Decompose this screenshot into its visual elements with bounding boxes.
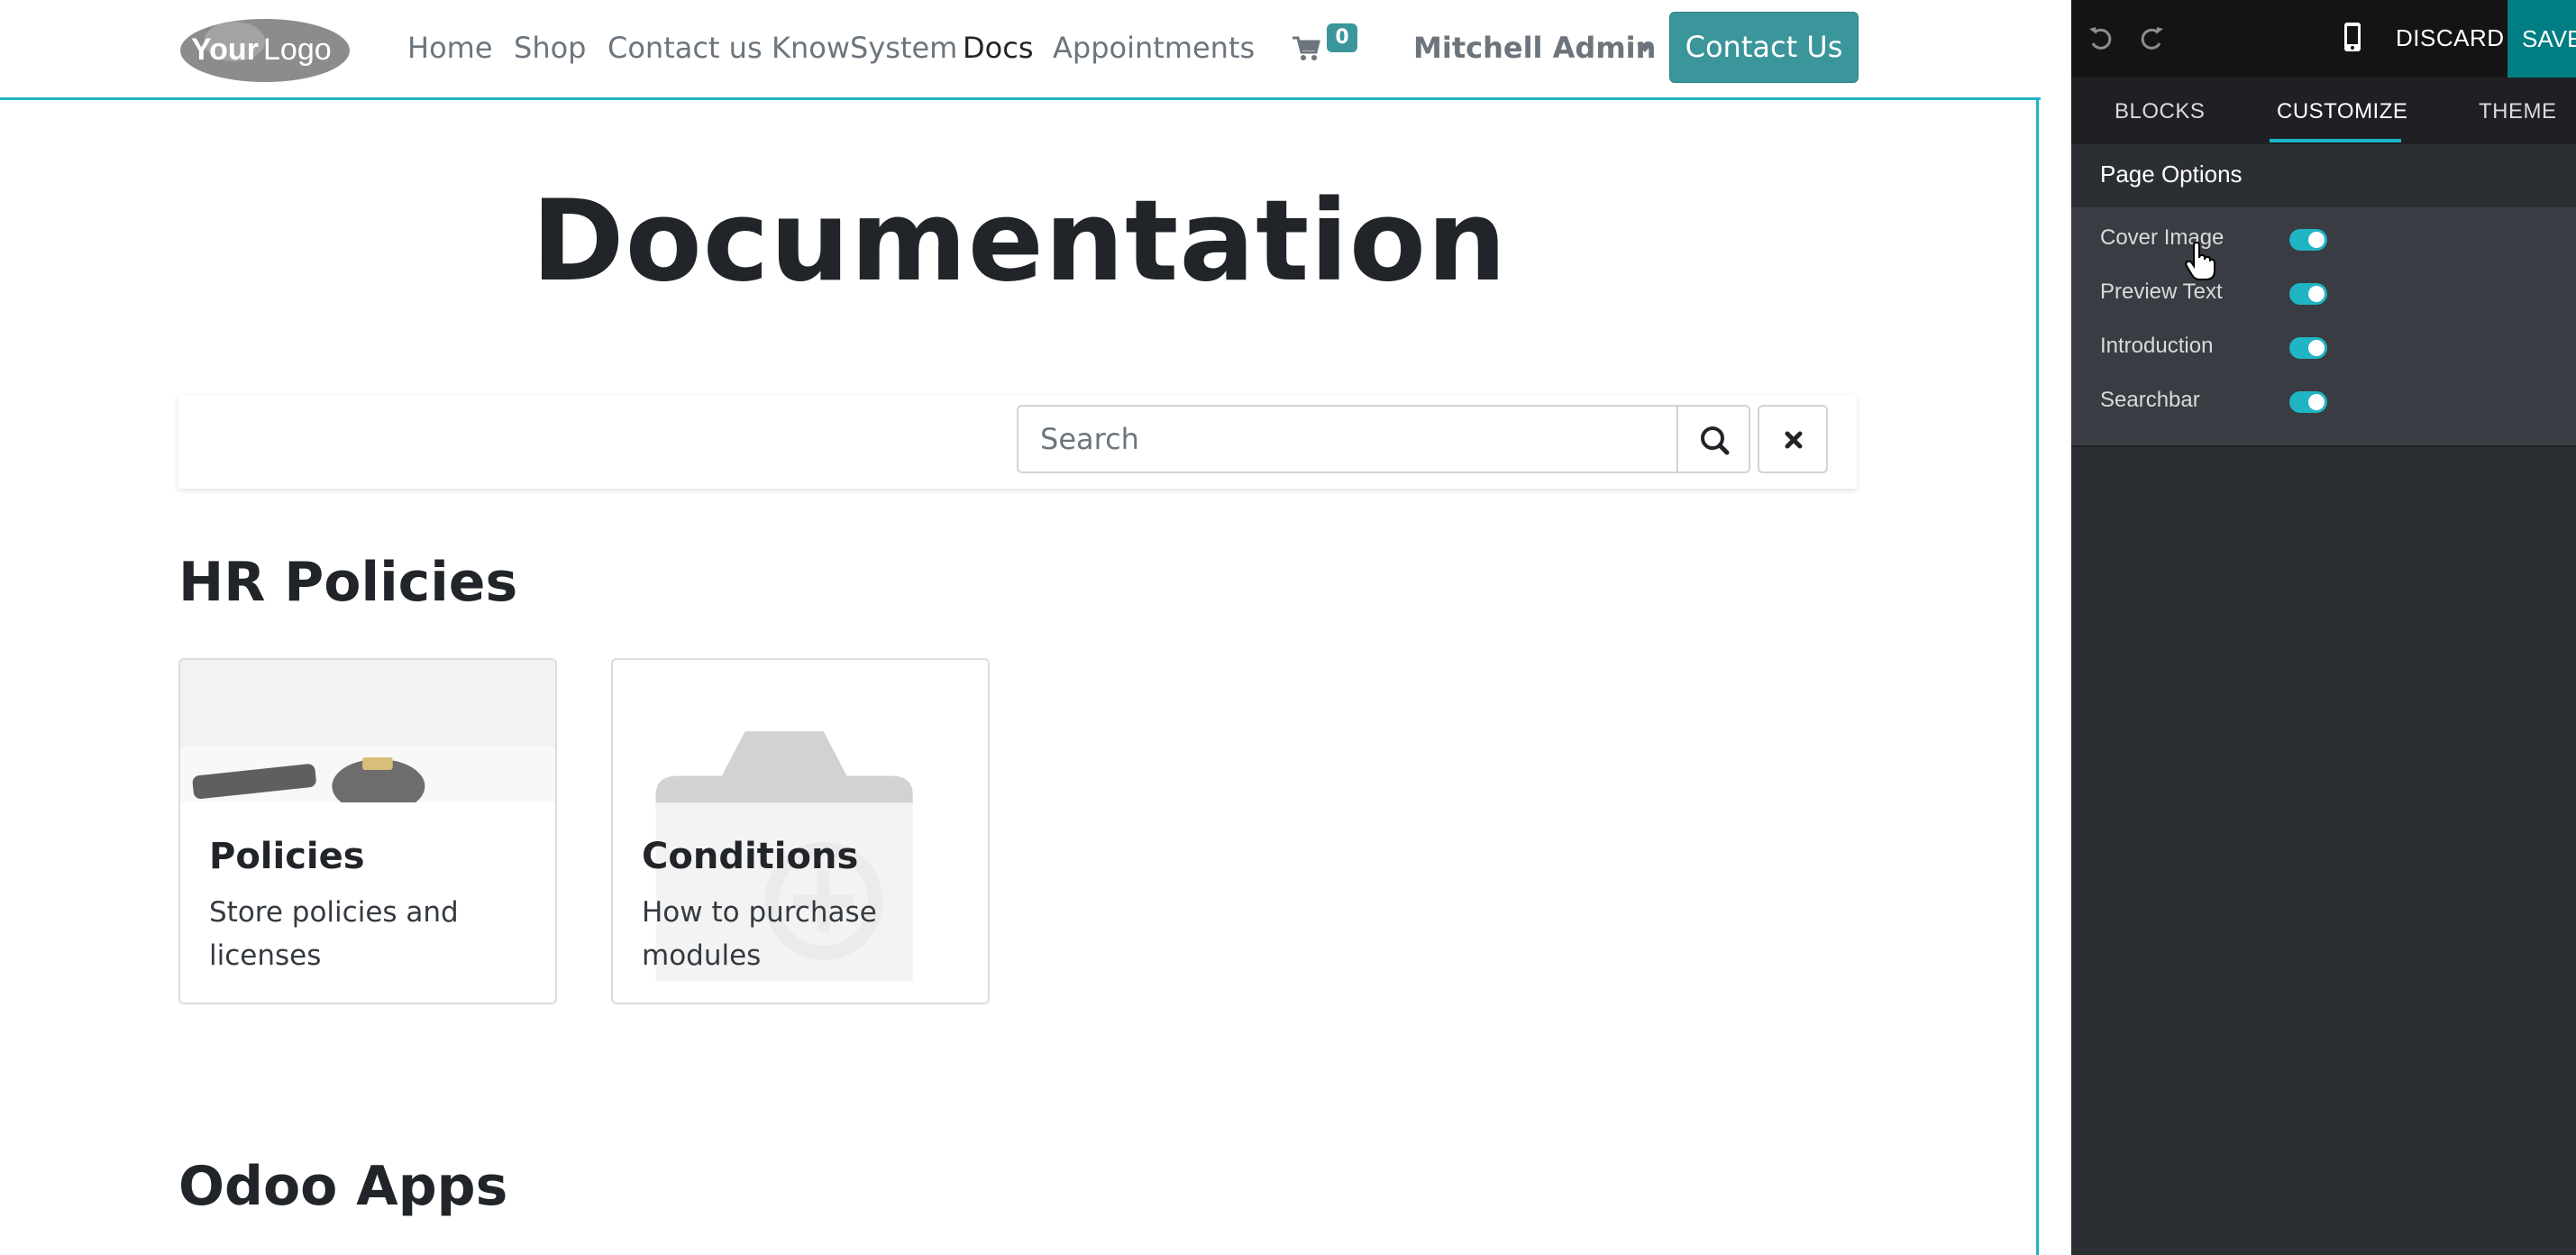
card-description: How to purchase modules: [642, 896, 877, 972]
close-icon: [1785, 431, 1803, 449]
tab-blocks[interactable]: BLOCKS: [2115, 97, 2205, 126]
tab-customize[interactable]: CUSTOMIZE: [2277, 97, 2407, 126]
option-label-preview-text: Preview Text: [2100, 279, 2223, 304]
active-tab-indicator: [2270, 139, 2401, 142]
doc-card-policies[interactable]: Policies Store policies and licenses: [178, 658, 557, 1004]
website-preview: Your Logo Home Shop Contact us KnowSyste…: [0, 0, 2041, 1255]
editor-tabs: BLOCKS CUSTOMIZE THEME: [2071, 78, 2576, 145]
site-navbar: Your Logo Home Shop Contact us KnowSyste…: [0, 0, 2041, 100]
cart-count-badge: 0: [1327, 23, 1357, 52]
introduction-toggle[interactable]: [2289, 337, 2327, 359]
preview-text-toggle[interactable]: [2289, 283, 2327, 305]
editor-sidebar: DISCARD SAVE BLOCKS CUSTOMIZE THEME Page…: [2071, 0, 2576, 1255]
nav-link-appointments[interactable]: Appointments: [1053, 27, 1255, 69]
nav-link-knowsystem[interactable]: KnowSystem: [772, 27, 957, 69]
clear-search-button[interactable]: [1758, 405, 1828, 473]
toggle-knob: [2308, 394, 2325, 410]
editor-toolbar: DISCARD SAVE: [2071, 0, 2576, 78]
save-button[interactable]: SAVE: [2507, 0, 2576, 78]
nav-link-contact-us[interactable]: Contact us: [607, 27, 763, 69]
card-description: Store policies and licenses: [209, 896, 459, 972]
nav-link-docs[interactable]: Docs: [963, 27, 1033, 69]
searchbar-toggle[interactable]: [2289, 391, 2327, 413]
nav-link-home[interactable]: Home: [407, 27, 493, 69]
discard-button[interactable]: DISCARD: [2396, 22, 2505, 54]
page-title[interactable]: Documentation: [0, 179, 2039, 305]
mobile-preview-icon[interactable]: [2343, 22, 2361, 52]
search-button[interactable]: [1676, 405, 1750, 473]
section-title-odoo-apps: Odoo Apps: [178, 1155, 508, 1218]
svg-text:Logo: Logo: [263, 32, 332, 67]
option-label-searchbar: Searchbar: [2100, 388, 2200, 412]
user-menu[interactable]: Mitchell Admin: [1413, 27, 1656, 69]
option-label-introduction: Introduction: [2100, 334, 2214, 358]
card-title: Policies: [209, 836, 365, 877]
tab-theme[interactable]: THEME: [2479, 97, 2557, 126]
undo-icon[interactable]: [2086, 23, 2115, 52]
chevron-down-icon[interactable]: [1637, 43, 1653, 52]
toggle-knob: [2308, 340, 2325, 356]
toggle-knob: [2308, 286, 2325, 302]
card-cover-image: [180, 660, 555, 802]
search-input[interactable]: Search: [1017, 405, 1680, 473]
nav-link-shop[interactable]: Shop: [514, 27, 586, 69]
page-options-header: Page Options: [2071, 144, 2576, 208]
card-title: Conditions: [642, 836, 859, 877]
cover-image-toggle[interactable]: [2289, 229, 2327, 251]
redo-icon[interactable]: [2138, 23, 2167, 52]
toggle-knob: [2308, 232, 2325, 248]
svg-text:Your: Your: [191, 32, 259, 67]
page-options-list: Cover Image Preview Text Introduction Se…: [2071, 207, 2576, 447]
cart-icon[interactable]: [1291, 32, 1321, 63]
search-icon: [1701, 426, 1730, 455]
hand-pointer-cursor-icon: [2185, 242, 2215, 280]
page-options-title: Page Options: [2100, 160, 2243, 188]
doc-card-conditions[interactable]: Conditions How to purchase modules: [611, 658, 990, 1004]
company-logo[interactable]: Your Logo: [178, 14, 352, 83]
section-title-hr-policies: HR Policies: [178, 551, 518, 614]
contact-us-button[interactable]: Contact Us: [1669, 12, 1859, 83]
